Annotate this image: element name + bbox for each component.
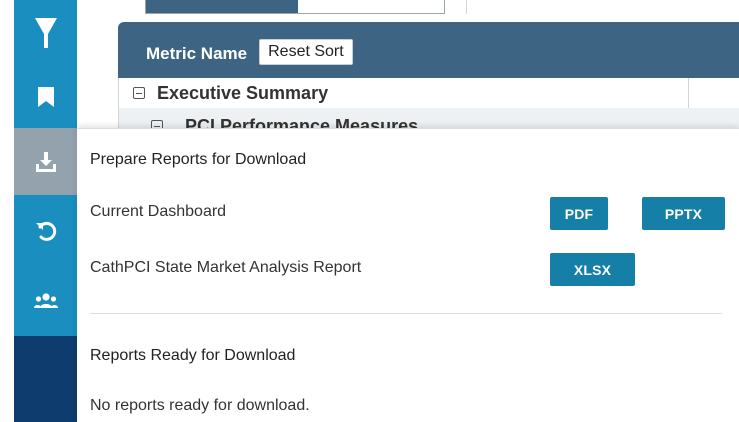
table-header: Metric Name Reset Sort xyxy=(118,22,739,78)
reports-ready-title: Reports Ready for Download xyxy=(90,347,296,364)
download-icon xyxy=(35,151,56,172)
panel-divider xyxy=(90,313,722,314)
filter-toggle[interactable] xyxy=(145,0,445,14)
filter-toggle-active-segment[interactable] xyxy=(146,0,298,13)
top-divider xyxy=(466,0,467,14)
pdf-button[interactable]: PDF xyxy=(550,197,608,230)
sidebar-item-bookmarks[interactable] xyxy=(14,66,77,128)
metric-name-header[interactable]: Metric Name xyxy=(146,44,247,64)
sidebar-item-reset[interactable] xyxy=(14,195,77,266)
current-dashboard-label: Current Dashboard xyxy=(90,203,227,220)
table-cell xyxy=(688,78,739,108)
table-row-pci-performance[interactable]: PCI Performance Measures xyxy=(118,108,739,128)
row-label: Executive Summary xyxy=(157,82,329,103)
xlsx-button[interactable]: XLSX xyxy=(550,253,635,286)
sidebar-item-filter[interactable] xyxy=(14,0,77,66)
no-reports-message: No reports ready for download. xyxy=(90,397,310,414)
download-panel: Prepare Reports for Download Current Das… xyxy=(77,128,739,422)
sidebar-item-groups[interactable] xyxy=(14,266,77,336)
pptx-button[interactable]: PPTX xyxy=(642,197,725,230)
sidebar-item-download[interactable] xyxy=(14,128,77,195)
row-label: PCI Performance Measures xyxy=(185,116,419,128)
table-row-executive-summary[interactable]: Executive Summary xyxy=(118,78,688,108)
collapse-icon[interactable] xyxy=(151,120,163,128)
bookmark-icon xyxy=(37,87,54,107)
reset-sort-button[interactable]: Reset Sort xyxy=(259,39,353,65)
funnel-icon xyxy=(34,18,57,48)
market-analysis-report-label: CathPCI State Market Analysis Report xyxy=(90,259,362,276)
undo-icon xyxy=(35,221,56,241)
left-sidebar xyxy=(14,0,77,422)
app-root: Metric Name Reset Sort Executive Summary… xyxy=(0,0,739,422)
users-group-icon xyxy=(33,293,58,308)
prepare-reports-title: Prepare Reports for Download xyxy=(90,151,307,168)
collapse-icon[interactable] xyxy=(133,87,145,99)
